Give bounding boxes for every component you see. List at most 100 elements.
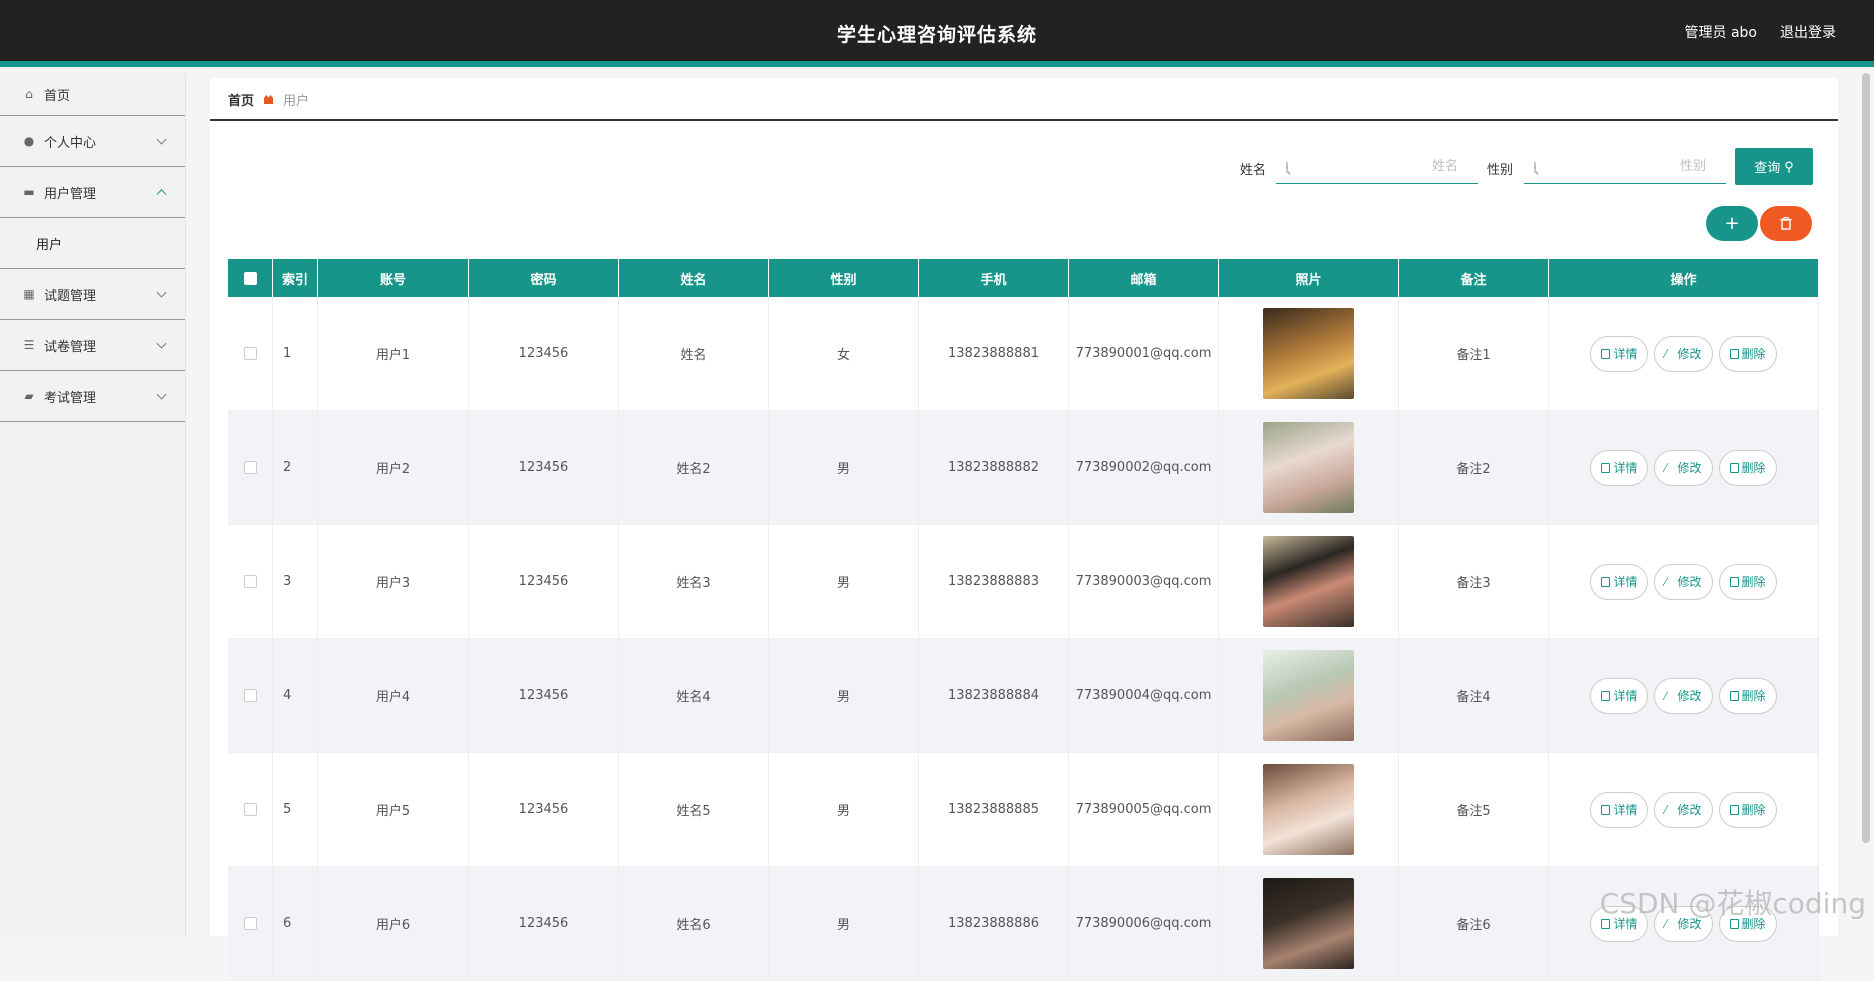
- detail-button[interactable]: 详情: [1590, 677, 1649, 714]
- sidebar-item-home[interactable]: ⌂ 首页: [0, 73, 185, 116]
- password-cell: 123456: [469, 639, 619, 752]
- delete-button[interactable]: 删除: [1718, 791, 1777, 828]
- detail-button[interactable]: 详情: [1590, 449, 1649, 486]
- sex-search-box: [1524, 150, 1732, 184]
- sex-cell: 男: [769, 867, 919, 980]
- sidebar-subitem-users[interactable]: 用户: [0, 218, 185, 269]
- table-row[interactable]: 4 用户4 123456 姓名4 男 13823888884 773890004@qq.co…: [228, 639, 1819, 753]
- row-checkbox[interactable]: [243, 917, 257, 930]
- actions-cell: 详情 修改 删除: [1549, 639, 1819, 752]
- row-checkbox[interactable]: [243, 347, 257, 360]
- sidebar-item-label: 首页: [44, 88, 71, 104]
- table-row[interactable]: 1 用户1 123456 姓名女 13823888881 773890001@qq.com…: [228, 297, 1819, 411]
- table-row[interactable]: 6 用户6 123456 姓名6 男 13823888886 773890006@qq.co…: [228, 867, 1819, 981]
- index-cell: 2: [273, 411, 318, 524]
- sidebar-item-label: 个人中心: [44, 135, 97, 151]
- index-cell: 1: [273, 297, 318, 410]
- trash-icon: [1729, 804, 1739, 815]
- note-cell: 备注2: [1399, 411, 1549, 524]
- row-select-cell: [228, 297, 273, 410]
- chevron-down-icon: [156, 338, 167, 349]
- edit-label: 修改: [1677, 803, 1702, 817]
- name-cell: 姓名2: [619, 411, 769, 524]
- table-row[interactable]: 5 用户5 123456 姓名5 男 13823888885 773890005@qq.co…: [228, 753, 1819, 867]
- delete-button[interactable]: 删除: [1718, 563, 1777, 600]
- query-button[interactable]: 查询 ⚲: [1735, 148, 1813, 185]
- actions-cell: 详情 修改 删除: [1549, 525, 1819, 638]
- document-icon: [1601, 804, 1611, 815]
- table-row[interactable]: 3 用户3 123456 姓名3 男 13823888883 773890003@qq.co…: [228, 525, 1819, 639]
- note-cell: 备注1: [1399, 297, 1549, 410]
- sidebar-item-paper-management[interactable]: ☰ 试卷管理: [0, 320, 185, 371]
- email-cell: 773890003@qq.com: [1069, 525, 1219, 638]
- detail-label: 详情: [1613, 803, 1638, 817]
- logout-link[interactable]: 退出登录: [1780, 22, 1836, 42]
- row-checkbox[interactable]: [243, 689, 257, 702]
- edit-button[interactable]: 修改: [1654, 677, 1713, 714]
- row-checkbox[interactable]: [243, 575, 257, 588]
- list-icon: ☰: [23, 338, 35, 352]
- delete-label: 删除: [1741, 689, 1766, 703]
- trash-icon: [1729, 462, 1739, 473]
- edit-button[interactable]: 修改: [1654, 563, 1713, 600]
- row-select-cell: [228, 411, 273, 524]
- sex-cell: 男: [769, 639, 919, 752]
- sex-cell: 男: [769, 525, 919, 638]
- row-checkbox[interactable]: [243, 803, 257, 816]
- user-photo: [1263, 422, 1354, 513]
- sidebar-item-question-management[interactable]: ▦ 试题管理: [0, 269, 185, 320]
- index-cell: 3: [273, 525, 318, 638]
- detail-label: 详情: [1613, 347, 1638, 361]
- search-icon: [1534, 160, 1536, 173]
- select-all-cell: [228, 259, 273, 297]
- delete-button[interactable]: 删除: [1718, 449, 1777, 486]
- breadcrumb-home[interactable]: 首页: [228, 90, 254, 109]
- sidebar-item-label: 用户管理: [44, 186, 97, 202]
- scrollbar[interactable]: [1862, 73, 1870, 843]
- detail-button[interactable]: 详情: [1590, 563, 1649, 600]
- detail-button[interactable]: 详情: [1590, 791, 1649, 828]
- account-cell: 用户2: [318, 411, 469, 524]
- chevron-down-icon: [156, 389, 167, 400]
- sidebar-item-personal-center[interactable]: ● 个人中心: [0, 116, 185, 167]
- user-photo: [1263, 764, 1354, 855]
- delete-label: 删除: [1741, 347, 1766, 361]
- user-photo: [1263, 308, 1354, 399]
- detail-button[interactable]: 详情: [1590, 335, 1649, 372]
- select-all-checkbox[interactable]: [243, 271, 257, 285]
- table-row[interactable]: 2 用户2 123456 姓名2 男 13823888882 773890002@qq.co…: [228, 411, 1819, 525]
- index-cell: 5: [273, 753, 318, 866]
- name-search-input[interactable]: [1288, 159, 1484, 174]
- edit-button[interactable]: 修改: [1654, 791, 1713, 828]
- delete-button[interactable]: 删除: [1718, 335, 1777, 372]
- trash-icon: [1729, 576, 1739, 587]
- row-checkbox[interactable]: [243, 461, 257, 474]
- grid-icon: ▦: [23, 287, 35, 301]
- sex-search-input[interactable]: [1536, 159, 1732, 174]
- column-header: 邮箱: [1069, 259, 1219, 297]
- sidebar-item-exam-management[interactable]: ▰ 考试管理: [0, 371, 185, 422]
- email-cell: 773890006@qq.com: [1069, 867, 1219, 980]
- account-cell: 用户5: [318, 753, 469, 866]
- photo-cell: [1219, 411, 1399, 524]
- password-cell: 123456: [469, 525, 619, 638]
- detail-label: 详情: [1613, 575, 1638, 589]
- phone-cell: 13823888885: [919, 753, 1069, 866]
- add-button[interactable]: +: [1706, 206, 1758, 241]
- home-icon: ⌂: [25, 87, 33, 101]
- edit-button[interactable]: 修改: [1654, 449, 1713, 486]
- sidebar-item-user-management[interactable]: ▬ 用户管理: [0, 167, 185, 218]
- delete-button[interactable]: 删除: [1718, 677, 1777, 714]
- note-cell: 备注6: [1399, 867, 1549, 980]
- pencil-icon: [1662, 691, 1678, 700]
- edit-button[interactable]: 修改: [1654, 335, 1713, 372]
- delete-label: 删除: [1741, 803, 1766, 817]
- actions-cell: 详情 修改 删除: [1549, 297, 1819, 410]
- photo-cell: [1219, 753, 1399, 866]
- column-header: 性别: [769, 259, 919, 297]
- trash-icon: [1729, 348, 1739, 359]
- column-header: 账号: [318, 259, 469, 297]
- phone-cell: 13823888881: [919, 297, 1069, 410]
- batch-delete-button[interactable]: [1760, 206, 1812, 241]
- phone-cell: 13823888882: [919, 411, 1069, 524]
